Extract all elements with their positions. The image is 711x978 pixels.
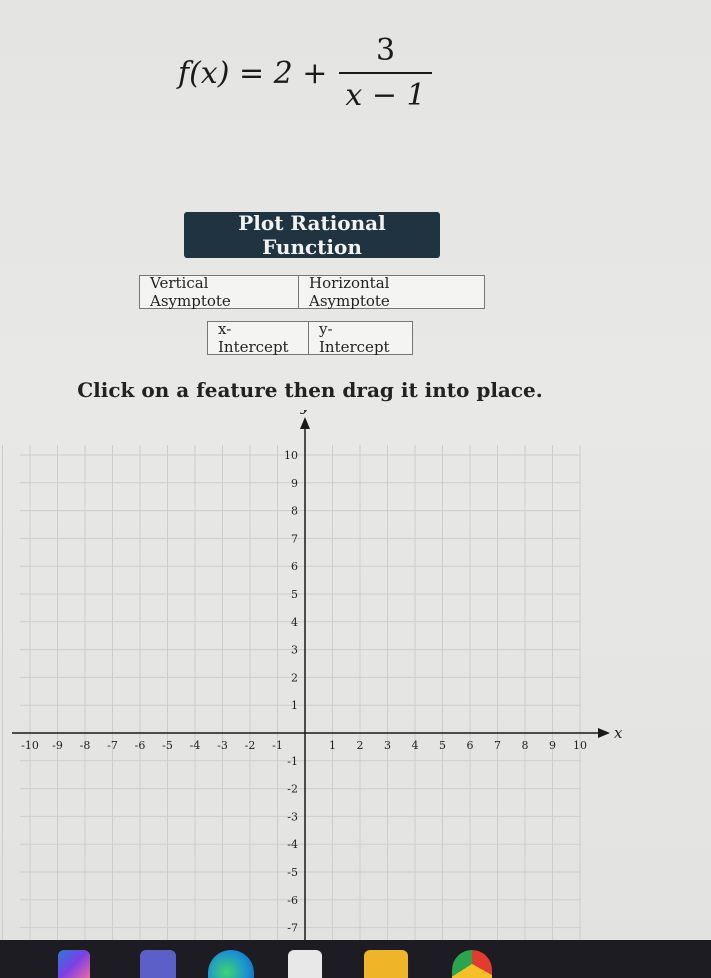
y-tick-label: -6 (287, 894, 298, 907)
x-tick-label: -5 (162, 739, 173, 752)
x-tick-label: -4 (190, 739, 201, 752)
x-tick-label: 10 (573, 739, 587, 752)
x-tick-label: -2 (245, 739, 256, 752)
y-intercept-button[interactable]: y-Intercept (309, 320, 413, 356)
x-tick-label: 9 (549, 739, 556, 752)
x-tick-label: -1 (272, 739, 283, 752)
y-axis-label: y (300, 410, 310, 415)
formula-numerator: 3 (375, 33, 396, 68)
teams-icon[interactable] (140, 950, 176, 978)
y-tick-label: -3 (287, 810, 298, 823)
tick-labels: x y -10 -9 -8 -7 -6 -5 -4 -3 -2 -1 1 2 3 4 5 6 7 8 9 10 10 9 8 7 6… (21, 410, 623, 935)
y-tick-label: 4 (291, 616, 298, 629)
y-tick-label: 3 (291, 644, 298, 657)
copilot-icon[interactable] (58, 950, 90, 978)
x-tick-label: 2 (357, 739, 364, 752)
x-tick-label: 1 (329, 739, 336, 752)
y-tick-label: 6 (291, 560, 298, 573)
y-tick-label: 10 (284, 449, 298, 462)
x-tick-label: 6 (467, 739, 474, 752)
x-tick-label: 7 (494, 739, 501, 752)
y-tick-label: -2 (287, 783, 298, 796)
y-tick-label: 9 (291, 477, 298, 490)
horizontal-asymptote-button[interactable]: Horizontal Asymptote (299, 274, 485, 310)
instruction-text: Click on a feature then drag it into pla… (77, 378, 543, 402)
y-tick-label: 1 (291, 699, 298, 712)
x-tick-label: 3 (384, 739, 391, 752)
formula: f(x) = 2 + 3 x − 1 (178, 28, 432, 118)
x-tick-label: 5 (439, 739, 446, 752)
x-tick-label: -7 (107, 739, 118, 752)
y-tick-label: -7 (287, 922, 298, 935)
x-tick-label: 8 (522, 739, 529, 752)
x-tick-label: -8 (80, 739, 91, 752)
x-intercept-button[interactable]: x-Intercept (207, 320, 309, 356)
x-tick-label: -9 (52, 739, 63, 752)
store-icon[interactable] (288, 950, 322, 978)
y-tick-label: -5 (287, 866, 298, 879)
taskbar (0, 940, 711, 978)
feature-group-intercepts: x-Intercept y-Intercept (207, 320, 413, 356)
coordinate-graph[interactable]: x y -10 -9 -8 -7 -6 -5 -4 -3 -2 -1 1 2 3 4 5 6 7 8 9 10 10 9 8 7 6… (0, 410, 711, 940)
y-tick-label: 7 (291, 532, 298, 545)
formula-lhs: f(x) = 2 + (178, 55, 328, 91)
y-axis-arrow (300, 417, 310, 429)
x-tick-label: -10 (21, 739, 39, 752)
x-axis-label: x (614, 724, 623, 742)
formula-fraction: 3 x − 1 (339, 33, 432, 113)
formula-denominator: x − 1 (339, 72, 432, 113)
feature-group-asymptotes: Vertical Asymptote Horizontal Asymptote (139, 274, 485, 310)
y-tick-label: -4 (287, 838, 298, 851)
file-explorer-icon[interactable] (364, 950, 408, 978)
axes (12, 417, 610, 940)
y-tick-label: 5 (291, 588, 298, 601)
x-tick-label: 4 (412, 739, 419, 752)
x-axis-arrow (598, 728, 610, 738)
x-tick-label: -3 (217, 739, 228, 752)
x-tick-label: -6 (135, 739, 146, 752)
y-tick-label: 2 (291, 671, 298, 684)
vertical-asymptote-button[interactable]: Vertical Asymptote (139, 274, 299, 310)
y-tick-label: 8 (291, 505, 298, 518)
y-tick-label: -1 (287, 755, 298, 768)
plot-rational-function-button[interactable]: Plot Rational Function (184, 211, 440, 259)
